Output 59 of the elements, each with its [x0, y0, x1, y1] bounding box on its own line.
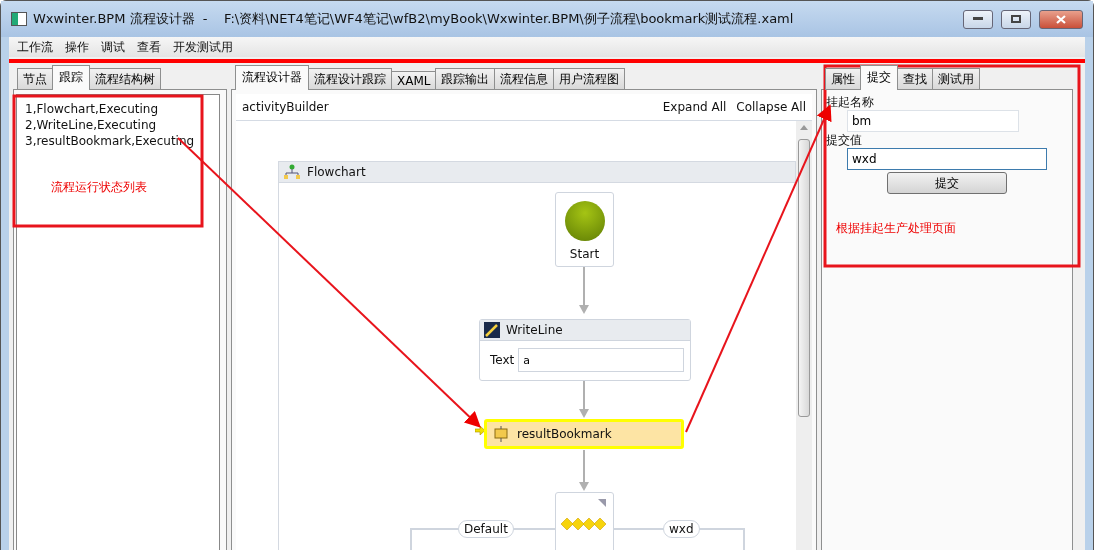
case-label: wxd — [663, 520, 700, 538]
connector-arrow — [579, 266, 589, 314]
log-line: 2,WriteLine,Executing — [25, 117, 158, 133]
toolbar-link[interactable]: Expand All — [662, 100, 727, 114]
hierarchy-icon — [283, 164, 301, 180]
corner-triangle-icon — [598, 499, 606, 507]
tab[interactable]: 跟踪输出 — [435, 68, 496, 90]
activity-title: resultBookmark — [517, 427, 612, 441]
minimize-button[interactable] — [963, 9, 993, 29]
connector-arrow — [579, 380, 589, 418]
start-circle-icon — [564, 201, 605, 241]
maximize-button[interactable] — [1001, 9, 1031, 29]
tab[interactable]: 查找 — [897, 68, 933, 90]
input-field[interactable]: bm — [847, 110, 1019, 132]
arrow-pointer-icon — [475, 426, 485, 435]
annotation-text: 流程运行状态列表 — [51, 179, 147, 196]
toolbar-link[interactable]: Collapse All — [736, 100, 806, 114]
tab[interactable]: 流程信息 — [494, 68, 555, 90]
tab[interactable]: 用户流程图 — [553, 68, 626, 90]
log-line: 1,Flowchart,Executing — [25, 101, 159, 117]
maximize-icon — [1011, 15, 1021, 23]
tab[interactable]: 流程设计跟踪 — [308, 68, 392, 90]
menu-item[interactable]: 调试 — [95, 38, 131, 56]
minimize-icon — [973, 17, 983, 21]
tab[interactable]: 跟踪 — [52, 65, 90, 90]
menu-item[interactable]: 工作流 — [11, 38, 59, 56]
menu-item[interactable]: 开发测试用 — [167, 38, 239, 56]
submit-button[interactable]: 提交 — [887, 172, 1007, 194]
tab[interactable]: 流程设计器 — [235, 65, 309, 90]
breadcrumb[interactable]: activityBuilder — [242, 100, 329, 114]
input-field[interactable]: wxd — [847, 148, 1047, 170]
close-icon — [1056, 14, 1066, 24]
pen-icon — [484, 322, 500, 338]
menu-item[interactable]: 操作 — [59, 38, 95, 56]
tab[interactable]: 流程结构树 — [89, 68, 161, 90]
close-button[interactable] — [1039, 9, 1083, 29]
node-label: Start — [569, 247, 600, 261]
diamonds-icon — [561, 518, 608, 530]
case-label: Default — [458, 520, 514, 538]
scrollbar[interactable] — [796, 121, 812, 550]
field-label: Text — [490, 353, 515, 367]
field-label: 挂起名称 — [826, 94, 874, 110]
connector-arrow — [579, 449, 589, 491]
bookmark-activity[interactable]: resultBookmark — [484, 419, 684, 449]
tab[interactable]: 节点 — [17, 68, 53, 90]
app-icon — [11, 12, 27, 26]
tab[interactable]: 属性 — [825, 68, 861, 90]
tab[interactable]: 测试用 — [932, 68, 980, 90]
window-title: Wxwinter.BPM 流程设计器 - F:\资料\NET4笔记\WF4笔记\wfB2\myBook\Wxwinter.BPM\例子流程\bookmark测试流程.xaml — [33, 10, 795, 28]
field-label: 提交值 — [826, 132, 862, 148]
flowchart-title: Flowchart — [307, 165, 366, 179]
annotation-text: 根据挂起生产处理页面 — [836, 220, 956, 237]
bookmark-icon — [493, 426, 509, 442]
menu-item[interactable]: 查看 — [131, 38, 167, 56]
text-field[interactable]: a — [518, 348, 684, 372]
tab[interactable]: 提交 — [860, 65, 898, 90]
tab[interactable]: XAML — [391, 71, 437, 90]
activity-title: WriteLine — [506, 323, 563, 337]
scroll-thumb[interactable] — [798, 139, 810, 417]
